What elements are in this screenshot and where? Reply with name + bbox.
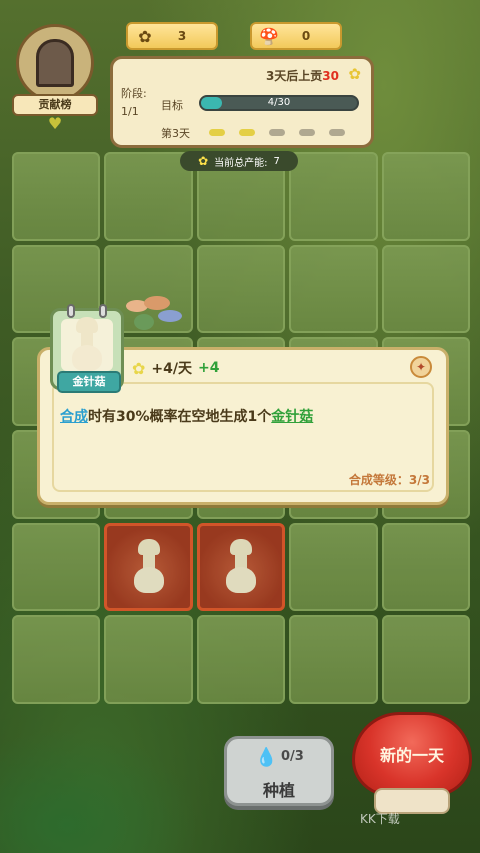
grid-cell-empty[interactable] bbox=[289, 152, 378, 241]
merge-link[interactable]: 合成 bbox=[60, 409, 88, 425]
sunflower-icon: ✿ bbox=[348, 65, 361, 83]
stage-panel: 阶段: 1/1 3天后上贡30 ✿ 目标 4/30 第3天 bbox=[110, 56, 374, 148]
grid-cell-occupied[interactable] bbox=[196, 522, 286, 612]
grid-cell-empty[interactable] bbox=[289, 244, 378, 334]
sunflower-icon: ✿ bbox=[138, 26, 152, 46]
item-name: 金针菇 bbox=[57, 371, 121, 393]
tribute-amount: 30 bbox=[322, 69, 339, 83]
total-production-badge: ✿ 当前总产能: 7 bbox=[180, 151, 298, 171]
production-label: 当前总产能: bbox=[214, 157, 268, 169]
foliage-decoration bbox=[0, 713, 220, 853]
stage-value: 1/1 bbox=[121, 105, 139, 118]
enoki-mushroom-icon bbox=[70, 317, 104, 373]
door-icon bbox=[36, 39, 74, 87]
binder-ring bbox=[99, 304, 107, 318]
item-card: 金针菇 bbox=[50, 304, 124, 393]
day-dot bbox=[329, 129, 345, 136]
grid-cell-empty[interactable] bbox=[12, 522, 101, 612]
grid-cell-empty[interactable] bbox=[12, 615, 101, 704]
item-link[interactable]: 金针菇 bbox=[271, 409, 313, 425]
tribute-text: 3天后上贡 bbox=[265, 69, 323, 83]
sunflower-icon: ✿ bbox=[132, 358, 146, 378]
new-day-button[interactable]: 新的一天 bbox=[352, 712, 472, 816]
enoki-mushroom-icon bbox=[224, 538, 258, 595]
stage-label: 阶段: bbox=[121, 87, 147, 100]
mushroom-icon: 🍄 bbox=[259, 26, 279, 46]
day-label: 第3天 bbox=[161, 127, 190, 140]
mushroom-cluster-decoration bbox=[124, 296, 182, 336]
day-dot bbox=[299, 129, 315, 136]
progress-text: 4/30 bbox=[267, 97, 291, 108]
sunflower-currency: ✿ 3 bbox=[126, 22, 218, 50]
enoki-mushroom-icon bbox=[132, 538, 166, 595]
grid-cell-empty[interactable] bbox=[289, 522, 378, 612]
mushroom-count: 0 bbox=[301, 29, 311, 43]
grid-cell-empty[interactable] bbox=[381, 152, 470, 241]
flower-icon: ✿ bbox=[198, 154, 209, 168]
heart-icon: ♥ bbox=[47, 114, 63, 133]
new-day-label: 新的一天 bbox=[379, 746, 444, 765]
item-description: 合成时有30%概率在空地生成1个金针菇 bbox=[60, 406, 313, 426]
watermark: KK下载 bbox=[360, 812, 400, 826]
contribution-board-button[interactable]: 贡献榜 ♥ bbox=[12, 24, 98, 134]
production-rate: +4/天 bbox=[151, 361, 192, 377]
grid-cell-occupied[interactable] bbox=[104, 522, 193, 612]
grid-cell-empty[interactable] bbox=[289, 615, 378, 704]
plant-count: 0/3 bbox=[281, 749, 304, 764]
plant-label: 种植 bbox=[262, 781, 295, 800]
sunflower-count: 3 bbox=[177, 29, 187, 43]
grid-cell-empty[interactable] bbox=[381, 244, 470, 334]
production-value: 7 bbox=[273, 155, 280, 167]
grid-cell-empty[interactable] bbox=[196, 244, 286, 334]
merge-level: 合成等级：3/3 bbox=[348, 473, 430, 487]
tribute-reward: 3天后上贡30 bbox=[266, 67, 339, 84]
production-info: ✿ +4/天 +4 bbox=[132, 358, 219, 378]
target-label: 目标 bbox=[161, 99, 183, 112]
target-progress-bar: 4/30 bbox=[199, 95, 359, 111]
grid-cell-empty[interactable] bbox=[381, 522, 470, 612]
day-dot bbox=[209, 129, 225, 136]
day-dot bbox=[269, 129, 285, 136]
house-icon bbox=[16, 24, 94, 102]
water-drop-icon: 💧 bbox=[255, 747, 278, 768]
production-bonus: +4 bbox=[198, 360, 220, 376]
enoki-mushroom-image bbox=[61, 317, 113, 373]
grid-cell-empty[interactable] bbox=[12, 152, 101, 241]
description-text: 时有30%概率在空地生成1个 bbox=[88, 409, 272, 425]
binder-ring bbox=[67, 304, 75, 318]
day-progress-dots bbox=[209, 129, 345, 136]
grid-cell-empty[interactable] bbox=[104, 152, 193, 241]
house-ribbon: 贡献榜 bbox=[12, 94, 98, 116]
grid-cell-empty[interactable] bbox=[104, 615, 193, 704]
mushroom-info-icon[interactable]: ✦ bbox=[410, 356, 432, 378]
grid-cell-empty[interactable] bbox=[196, 615, 286, 704]
plant-button[interactable]: 💧 0/3 种植 bbox=[224, 736, 334, 806]
mushroom-currency: 🍄 0 bbox=[250, 22, 342, 50]
day-dot bbox=[239, 129, 255, 136]
grid-cell-empty[interactable] bbox=[381, 615, 470, 704]
mushroom-cap: 新的一天 bbox=[352, 712, 472, 796]
